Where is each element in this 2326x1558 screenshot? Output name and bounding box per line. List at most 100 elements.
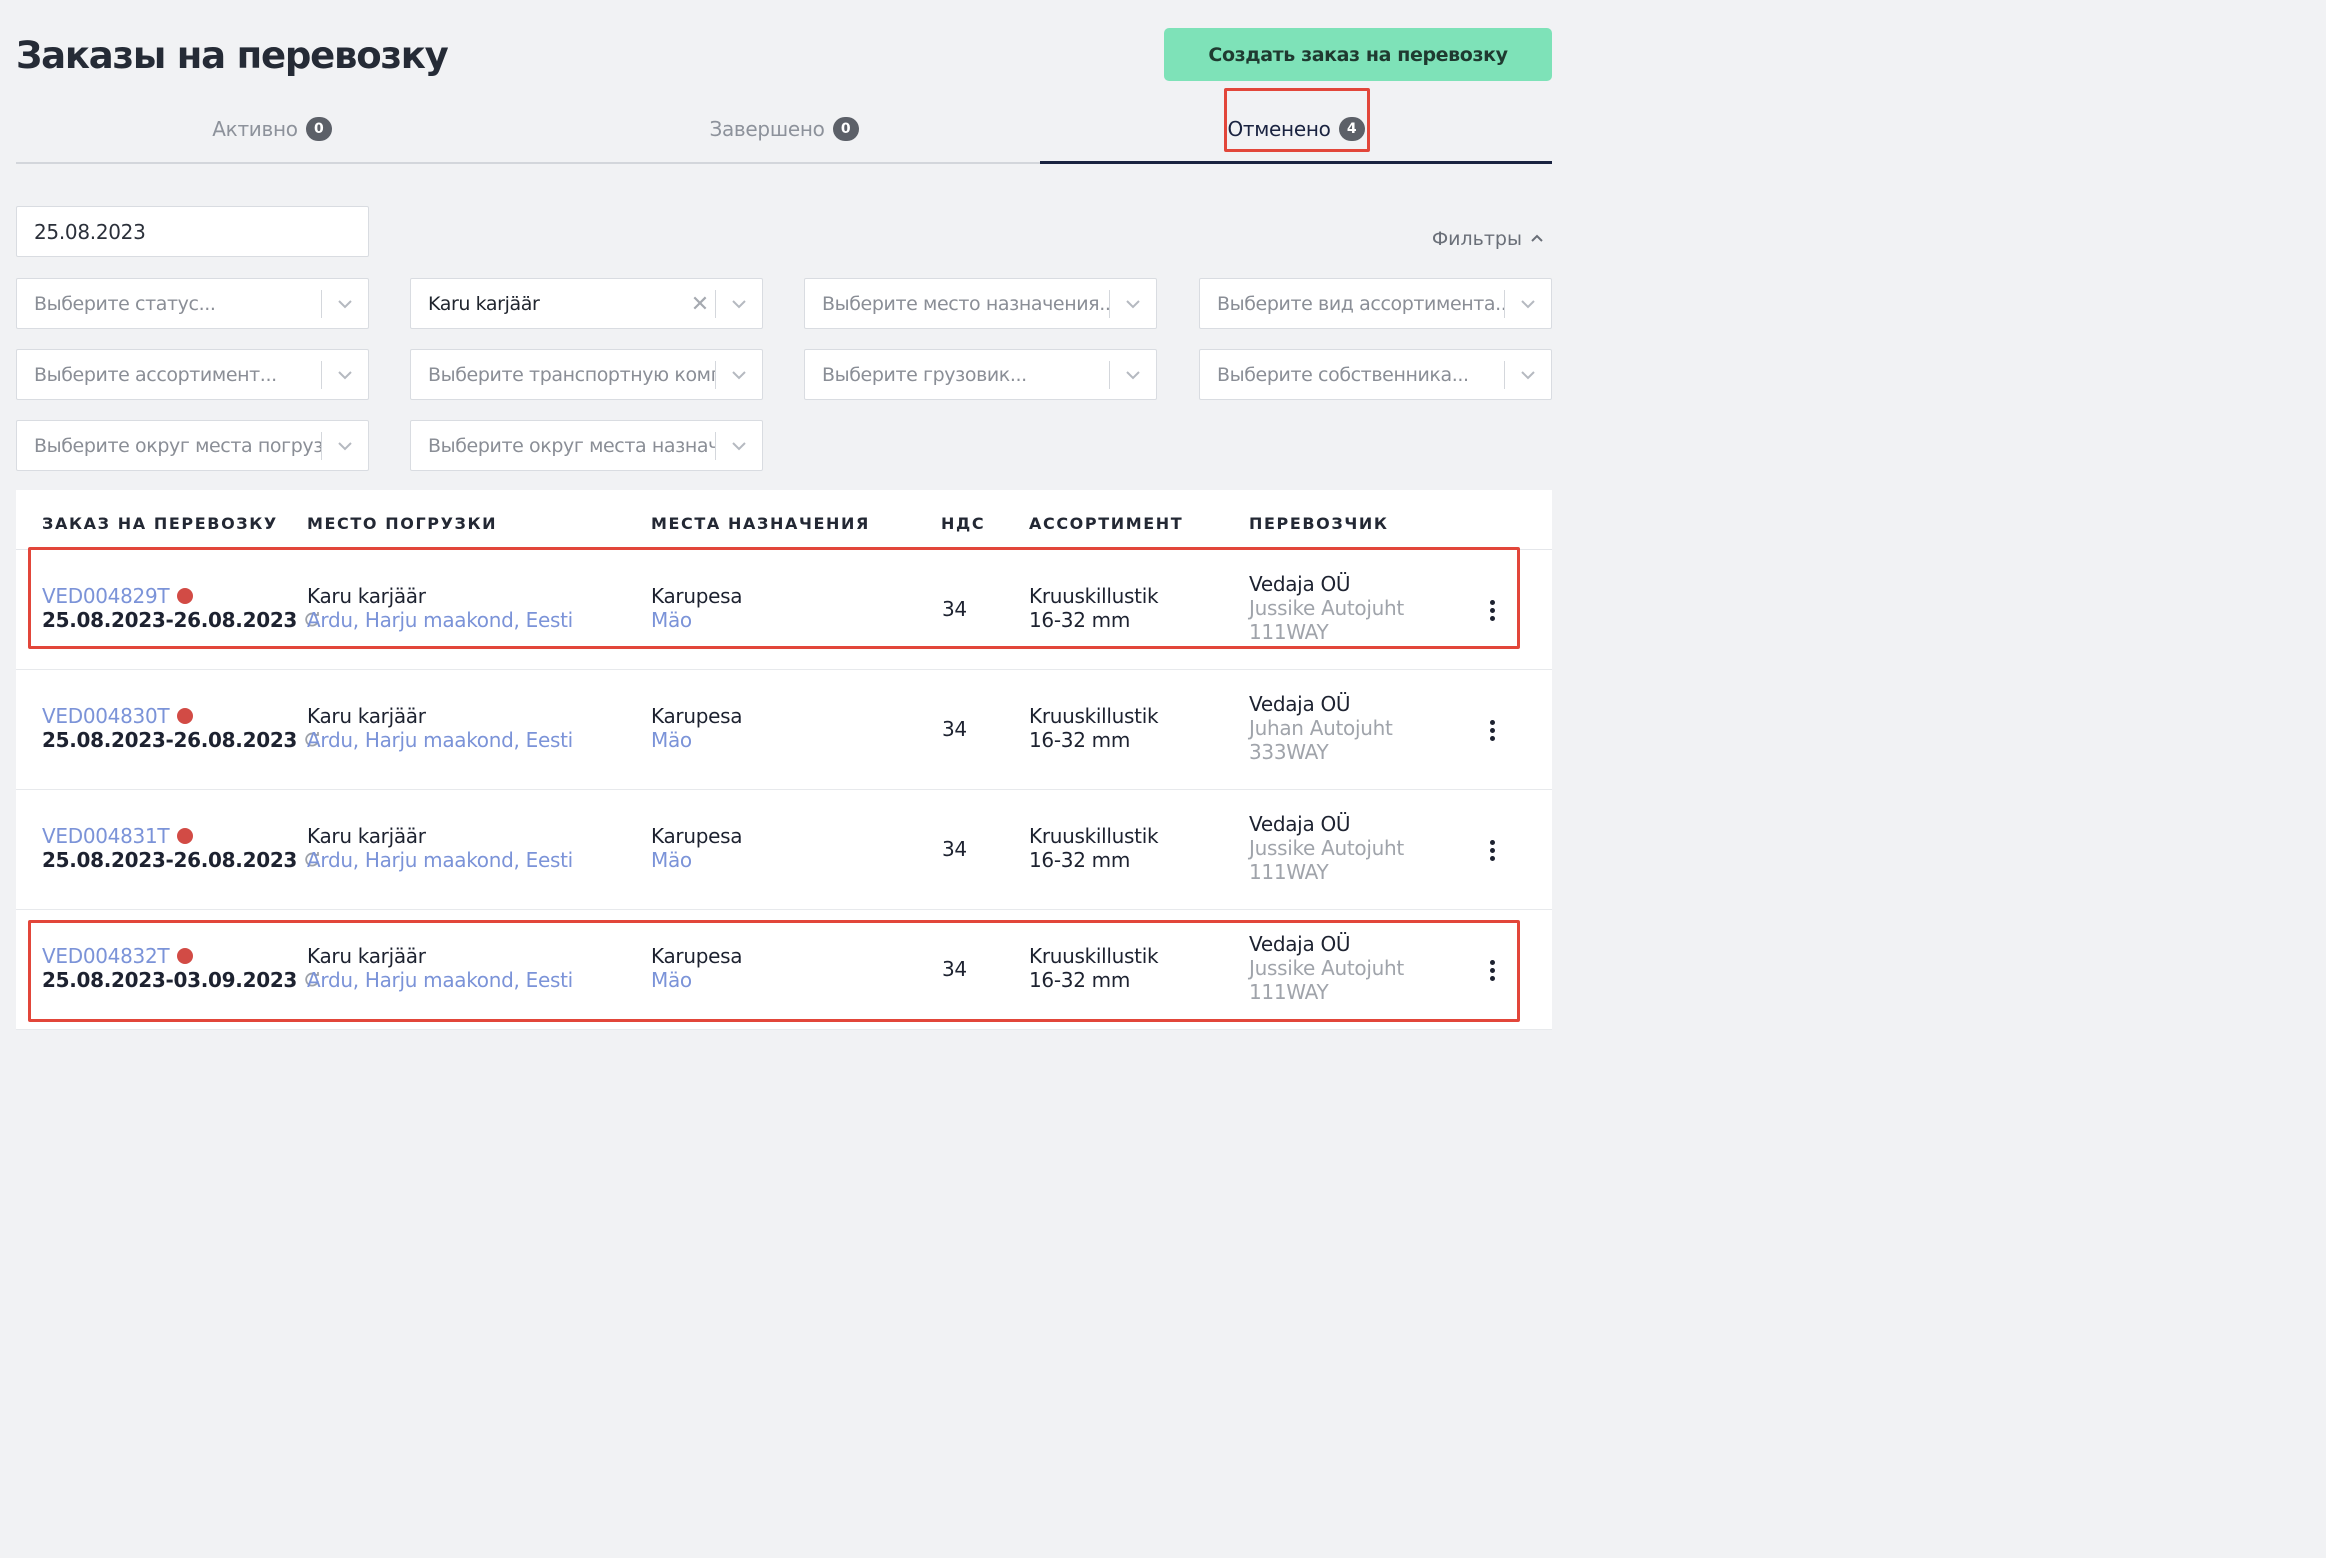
loading-address[interactable]: Ardu, Harju maakond, Eesti xyxy=(307,608,573,632)
destination: Karupesa xyxy=(651,704,743,728)
driver-name: Juhan Autojuht xyxy=(1249,716,1393,740)
select-value: Выберите собственника... xyxy=(1217,363,1469,386)
table-row[interactable]: VED004829T 25.08.2023-26.08.2023 Karu ka… xyxy=(16,550,1552,670)
driver-name: Jussike Autojuht xyxy=(1249,596,1404,620)
loading-place: Karu karjäär xyxy=(307,584,426,608)
assortment-name: Kruuskillustik xyxy=(1029,824,1159,848)
truck-select[interactable]: Выберите грузовик... xyxy=(804,349,1157,400)
carrier-name: Vedaja OÜ xyxy=(1249,812,1351,836)
assortment-cell: Kruuskillustik 16-32 mm xyxy=(1029,584,1159,632)
tab-completed[interactable]: Завершено 0 xyxy=(528,96,1040,162)
loading-address[interactable]: Ardu, Harju maakond, Eesti xyxy=(307,848,573,872)
table-row[interactable]: VED004831T 25.08.2023-26.08.2023 Karu ka… xyxy=(16,790,1552,910)
select-value: Выберите транспортную компанию... xyxy=(428,363,715,386)
more-options-icon[interactable] xyxy=(1488,839,1496,861)
select-value: Выберите вид ассортимента... xyxy=(1217,292,1504,315)
column-header[interactable]: ЗАКАЗ НА ПЕРЕВОЗКУ xyxy=(42,514,278,533)
clear-icon[interactable]: ✕ xyxy=(685,291,715,317)
orders-table: ЗАКАЗ НА ПЕРЕВОЗКУ МЕСТО ПОГРУЗКИ МЕСТА … xyxy=(16,490,1552,1030)
carrier-name: Vedaja OÜ xyxy=(1249,932,1351,956)
order-link[interactable]: VED004832T xyxy=(42,944,170,968)
destination-sub[interactable]: Mäo xyxy=(651,728,742,752)
chevron-down-icon xyxy=(716,295,762,313)
loading-place: Karu karjäär xyxy=(307,704,426,728)
chevron-down-icon xyxy=(1110,366,1156,384)
column-header[interactable]: МЕСТО ПОГРУЗКИ xyxy=(307,514,497,533)
select-value: Выберите место назначения... xyxy=(822,292,1109,315)
count-badge: 0 xyxy=(832,117,859,141)
destination-select[interactable]: Выберите место назначения... xyxy=(804,278,1157,329)
carrier-cell: Vedaja OÜ Jussike Autojuht 111WAY xyxy=(1249,932,1404,1004)
owner-select[interactable]: Выберите собственника... xyxy=(1199,349,1552,400)
column-header[interactable]: АССОРТИМЕНТ xyxy=(1029,514,1183,533)
loading-address[interactable]: Ardu, Harju maakond, Eesti xyxy=(307,968,573,992)
tab-active[interactable]: Активно 0 xyxy=(16,96,528,162)
assortment-name: Kruuskillustik xyxy=(1029,944,1159,968)
destination-sub[interactable]: Mäo xyxy=(651,968,742,992)
loading-place-select[interactable]: Karu karjäär ✕ xyxy=(410,278,763,329)
count-badge: 0 xyxy=(305,117,332,141)
assortment-type-select[interactable]: Выберите вид ассортимента... xyxy=(1199,278,1552,329)
status-dot-icon xyxy=(177,828,194,844)
column-header[interactable]: ПЕРЕВОЗЧИК xyxy=(1249,514,1389,533)
destination-sub[interactable]: Mäo xyxy=(651,608,742,632)
status-dot-icon xyxy=(177,708,194,724)
loading-address[interactable]: Ardu, Harju maakond, Eesti xyxy=(307,728,573,752)
more-options-icon[interactable] xyxy=(1488,959,1496,981)
order-link[interactable]: VED004831T xyxy=(42,824,170,848)
driver-name: Jussike Autojuht xyxy=(1249,956,1404,980)
loading-place: Karu karjäär xyxy=(307,944,426,968)
status-dot-icon xyxy=(177,588,194,604)
chevron-down-icon xyxy=(716,366,762,384)
tab-label: Активно xyxy=(212,117,298,141)
select-value: Выберите грузовик... xyxy=(822,363,1027,386)
select-value: Выберите статус... xyxy=(34,292,216,315)
carrier-cell: Vedaja OÜ Juhan Autojuht 333WAY xyxy=(1249,692,1393,764)
transport-company-select[interactable]: Выберите транспортную компанию... xyxy=(410,349,763,400)
date-input[interactable]: 25.08.2023 xyxy=(16,206,369,257)
loading-cell: Karu karjäär Ardu, Harju maakond, Eesti xyxy=(307,824,573,872)
chevron-down-icon xyxy=(1505,295,1551,313)
create-order-button[interactable]: Создать заказ на перевозку xyxy=(1164,28,1552,81)
filters-toggle[interactable]: Фильтры xyxy=(1432,228,1544,250)
column-header[interactable]: НДС xyxy=(941,514,985,533)
assortment-size: 16-32 mm xyxy=(1029,968,1131,992)
table-row[interactable]: VED004830T 25.08.2023-26.08.2023 Karu ka… xyxy=(16,670,1552,790)
carrier-name: Vedaja OÜ xyxy=(1249,692,1351,716)
order-link[interactable]: VED004830T xyxy=(42,704,170,728)
order-cell: VED004832T 25.08.2023-03.09.2023 xyxy=(42,944,321,992)
assortment-name: Kruuskillustik xyxy=(1029,584,1159,608)
select-value: Выберите округ места погрузки... xyxy=(34,434,321,457)
destination-sub[interactable]: Mäo xyxy=(651,848,742,872)
assortment-cell: Kruuskillustik 16-32 mm xyxy=(1029,944,1159,992)
column-header[interactable]: МЕСТА НАЗНАЧЕНИЯ xyxy=(651,514,870,533)
assortment-cell: Kruuskillustik 16-32 mm xyxy=(1029,824,1159,872)
truck-plate: 111WAY xyxy=(1249,860,1329,884)
more-options-icon[interactable] xyxy=(1488,599,1496,621)
tab-label: Завершено xyxy=(709,117,825,141)
more-options-icon[interactable] xyxy=(1488,719,1496,741)
destination: Karupesa xyxy=(651,824,743,848)
loading-county-select[interactable]: Выберите округ места погрузки... xyxy=(16,420,369,471)
vat-value: 34 xyxy=(942,957,967,981)
chevron-down-icon xyxy=(716,437,762,455)
loading-cell: Karu karjäär Ardu, Harju maakond, Eesti xyxy=(307,944,573,992)
truck-plate: 333WAY xyxy=(1249,740,1329,764)
order-link[interactable]: VED004829T xyxy=(42,584,170,608)
destination-county-select[interactable]: Выберите округ места назначения... xyxy=(410,420,763,471)
chevron-down-icon xyxy=(322,366,368,384)
status-dot-icon xyxy=(177,948,194,964)
chevron-down-icon xyxy=(1505,366,1551,384)
order-dates: 25.08.2023-26.08.2023 xyxy=(42,848,298,872)
destination: Karupesa xyxy=(651,584,743,608)
assortment-select[interactable]: Выберите ассортимент... xyxy=(16,349,369,400)
status-select[interactable]: Выберите статус... xyxy=(16,278,369,329)
vat-value: 34 xyxy=(942,597,967,621)
loading-cell: Karu karjäär Ardu, Harju maakond, Eesti xyxy=(307,584,573,632)
carrier-name: Vedaja OÜ xyxy=(1249,572,1351,596)
tab-cancelled[interactable]: Отменено 4 xyxy=(1040,96,1552,164)
table-row[interactable]: VED004832T 25.08.2023-03.09.2023 Karu ka… xyxy=(16,910,1552,1030)
destination: Karupesa xyxy=(651,944,743,968)
assortment-name: Kruuskillustik xyxy=(1029,704,1159,728)
carrier-cell: Vedaja OÜ Jussike Autojuht 111WAY xyxy=(1249,812,1404,884)
